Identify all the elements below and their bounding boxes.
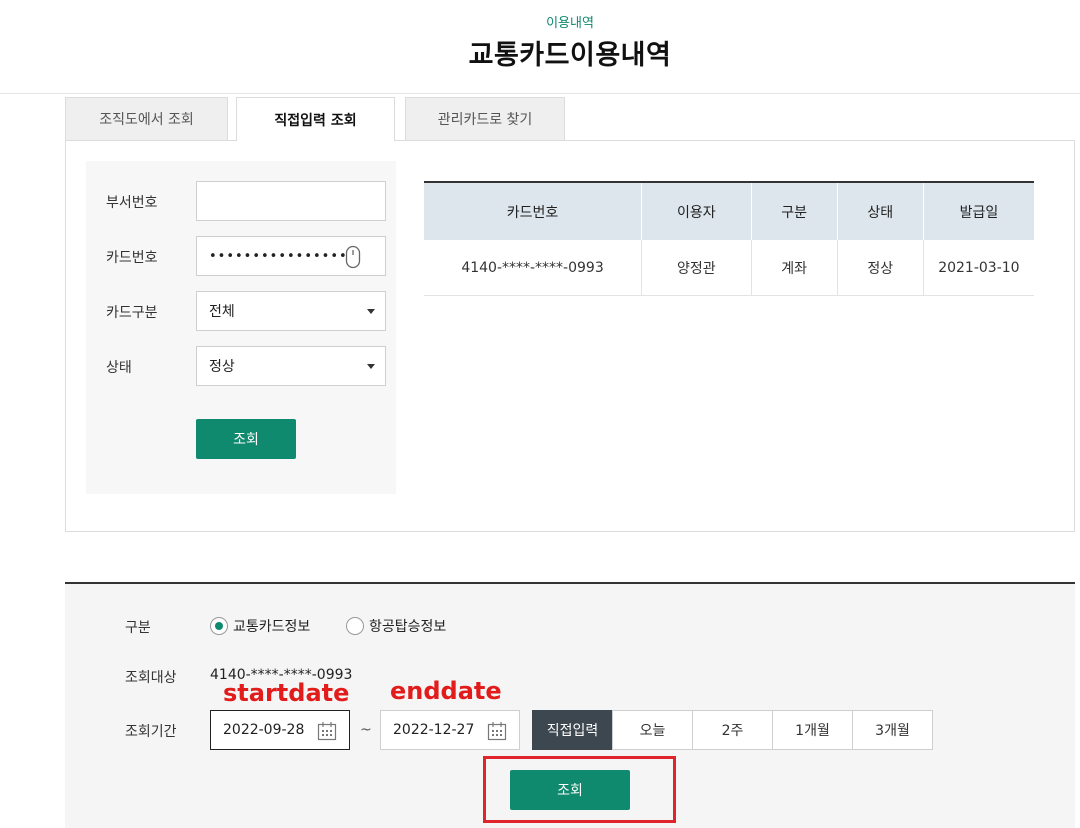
status-value: 정상: [209, 359, 235, 375]
type-cell: 계좌: [751, 240, 838, 296]
breadcrumb: 이용내역: [546, 16, 594, 31]
target-label: 조회대상: [125, 670, 177, 686]
card-type-label: 카드구분: [106, 305, 158, 321]
page-title: 교통카드이용내역: [468, 40, 672, 71]
calendar-icon[interactable]: [317, 721, 337, 741]
period-direct-input-button[interactable]: 직접입력: [532, 710, 613, 750]
user-cell: 양정관: [641, 240, 752, 296]
radio-transit-label: 교통카드정보: [233, 619, 311, 635]
card-number-value: ••••••••••••••••: [209, 248, 348, 264]
column-header: 발급일: [923, 182, 1034, 240]
dept-label: 부서번호: [106, 195, 158, 211]
period-1month-button[interactable]: 1개월: [772, 710, 853, 750]
period-label: 조회기간: [125, 724, 177, 740]
card-number-input[interactable]: ••••••••••••••••: [196, 236, 386, 276]
chevron-down-icon: [367, 364, 375, 369]
type-label: 구분: [125, 620, 151, 636]
column-header: 구분: [751, 182, 838, 240]
column-header: 상태: [837, 182, 924, 240]
status-label: 상태: [106, 360, 132, 376]
tab-org-chart[interactable]: 조직도에서 조회: [65, 97, 228, 140]
form-search-button[interactable]: 조회: [196, 419, 296, 459]
start-date-value: 2022-09-28: [223, 722, 305, 738]
column-header: 이용자: [641, 182, 752, 240]
tab-managed-card[interactable]: 관리카드로 찾기: [405, 97, 565, 140]
status-cell: 정상: [837, 240, 924, 296]
card-type-value: 전체: [209, 304, 235, 320]
card-number-label: 카드번호: [106, 250, 158, 266]
radio-flight-info[interactable]: 항공탑승정보: [346, 616, 446, 636]
radio-button[interactable]: [346, 617, 364, 635]
result-table: 카드번호 이용자 구분 상태 발급일 4140-****-****-0993 양…: [424, 181, 1034, 296]
card-number-cell: 4140-****-****-0993: [424, 240, 643, 296]
status-select[interactable]: 정상: [196, 346, 386, 386]
radio-button[interactable]: [210, 617, 228, 635]
startdate-annotation: startdate: [223, 679, 350, 707]
enddate-annotation: enddate: [390, 677, 502, 705]
mouse-icon[interactable]: [345, 245, 361, 269]
date-range-separator: ~: [360, 722, 372, 738]
highlight-box: [483, 756, 676, 823]
start-date-input[interactable]: 2022-09-28: [210, 710, 350, 750]
calendar-icon[interactable]: [487, 721, 507, 741]
column-header: 카드번호: [424, 182, 643, 240]
radio-flight-label: 항공탑승정보: [369, 619, 447, 635]
end-date-input[interactable]: 2022-12-27: [380, 710, 520, 750]
tab-direct-input[interactable]: 직접입력 조회: [236, 97, 395, 141]
period-today-button[interactable]: 오늘: [612, 710, 693, 750]
chevron-down-icon: [367, 309, 375, 314]
issue-date-cell: 2021-03-10: [923, 240, 1034, 296]
end-date-value: 2022-12-27: [393, 722, 475, 738]
card-type-select[interactable]: 전체: [196, 291, 386, 331]
table-header-row: 카드번호 이용자 구분 상태 발급일: [424, 182, 1034, 240]
radio-transit-card[interactable]: 교통카드정보: [210, 616, 310, 636]
dept-number-input[interactable]: [196, 181, 386, 221]
period-2weeks-button[interactable]: 2주: [692, 710, 773, 750]
period-3months-button[interactable]: 3개월: [852, 710, 933, 750]
table-row[interactable]: 4140-****-****-0993 양정관 계좌 정상 2021-03-10: [424, 240, 1034, 296]
